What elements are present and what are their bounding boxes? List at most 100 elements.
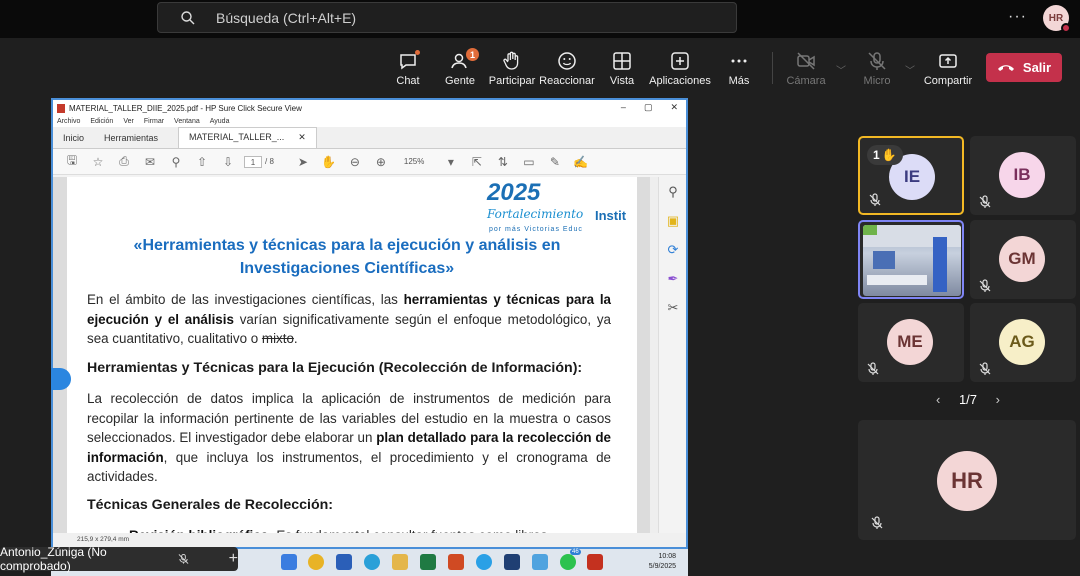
teams-app-icon[interactable] <box>504 554 520 570</box>
outlook-app-icon[interactable] <box>532 554 548 570</box>
raise-hand-button[interactable]: Participar <box>482 50 542 87</box>
print-icon[interactable]: ⎙ <box>111 154 137 169</box>
camera-label: Cámara <box>786 75 826 87</box>
pdf-title-bar: MATERIAL_TALLER_DIIE_2025.pdf - HP Sure … <box>53 100 686 116</box>
paragraph-intro: En el ámbito de las investigaciones cien… <box>87 292 611 346</box>
presenter-mic-off-icon <box>178 553 189 564</box>
participant-avatar-me: ME <box>887 319 933 365</box>
add-reaction-icon[interactable]: + <box>229 550 238 568</box>
close-icon[interactable]: ✕ <box>670 102 678 113</box>
menu-ventana[interactable]: Ventana <box>174 118 200 125</box>
menu-ver[interactable]: Ver <box>123 118 134 125</box>
tab-tools[interactable]: Herramientas <box>94 133 168 148</box>
raised-hand-count: 1 <box>873 148 880 162</box>
sign-icon[interactable]: ✍ <box>568 155 594 169</box>
pdf-document-area[interactable]: 2025 Fortalecimiento Instit por más Vict… <box>53 177 653 537</box>
logo-institution: Instit <box>595 208 627 223</box>
search-box[interactable]: Búsqueda (Ctrl+Alt+E) <box>157 2 737 33</box>
self-video-tile[interactable]: HR <box>858 420 1076 540</box>
excel-app-icon[interactable] <box>420 554 436 570</box>
minimize-icon[interactable]: – <box>621 102 626 113</box>
heading-execution: Herramientas y Técnicas para la Ejecució… <box>87 360 583 376</box>
zoom-dropdown-icon[interactable]: ▾ <box>438 155 464 169</box>
pdf-file-icon <box>57 103 65 113</box>
react-button[interactable]: Reaccionar <box>537 50 597 87</box>
zoom-level[interactable]: 125% <box>404 157 438 166</box>
powerpoint-app-icon[interactable] <box>448 554 464 570</box>
heading-general-techniques: Técnicas Generales de Recolección: <box>87 497 334 513</box>
zoom-out-icon[interactable]: ⊖ <box>342 155 368 169</box>
participant-tile-ag[interactable]: AG <box>970 303 1076 382</box>
leave-button[interactable]: Salir <box>986 53 1062 82</box>
mic-button[interactable]: Micro <box>847 50 907 87</box>
file-explorer-app-icon[interactable] <box>392 554 408 570</box>
next-page-chevron-icon[interactable]: › <box>996 392 1000 407</box>
menu-ayuda[interactable]: Ayuda <box>210 118 230 125</box>
toolbar-separator <box>772 52 773 84</box>
presenter-name: Antonio_Zúniga (No comprobado) <box>0 545 107 573</box>
fill-sign-tool-icon[interactable]: ✒ <box>659 264 687 293</box>
more-button[interactable]: Más <box>709 50 769 87</box>
comment-tool-icon[interactable]: ▣ <box>659 206 687 235</box>
user-avatar[interactable]: HR <box>1043 5 1071 33</box>
page-fit-icon[interactable]: ⇱ <box>464 155 490 169</box>
tab-document[interactable]: MATERIAL_TALLER_... ✕ <box>178 127 317 148</box>
chrome-app-icon[interactable] <box>308 554 324 570</box>
participant-tile-ib[interactable]: IB <box>970 136 1076 215</box>
camera-button[interactable]: Cámara <box>776 50 836 87</box>
mic-off-icon <box>979 195 991 208</box>
apps-button[interactable]: Aplicaciones <box>649 50 711 87</box>
scroll-mode-icon[interactable]: ⇅ <box>490 155 516 169</box>
comment-icon[interactable]: ▭ <box>516 155 542 169</box>
tab-home[interactable]: Inicio <box>53 133 94 148</box>
camera-off-icon <box>797 52 815 70</box>
whatsapp-app-icon[interactable]: 46 <box>560 549 581 570</box>
clock-time: 10:08 <box>658 553 676 560</box>
system-clock: 10:08 5/9/2025 <box>649 552 676 572</box>
tab-close-icon[interactable]: ✕ <box>298 132 306 143</box>
menu-edicion[interactable]: Edición <box>90 118 113 125</box>
collapse-panel-strip[interactable] <box>650 177 658 537</box>
page-number-input[interactable]: 1 <box>244 155 262 168</box>
save-icon[interactable]: 🖫 <box>59 153 85 169</box>
search-placeholder: Búsqueda (Ctrl+Alt+E) <box>216 9 357 26</box>
share-label: Compartir <box>923 75 973 87</box>
share-button[interactable]: Compartir <box>918 50 978 87</box>
prev-page-chevron-icon[interactable]: ‹ <box>936 392 940 407</box>
menu-firmar[interactable]: Firmar <box>144 118 164 125</box>
word-app-icon[interactable] <box>336 554 352 570</box>
participant-tile-ie[interactable]: IE 1 ✋ <box>858 136 964 215</box>
view-button[interactable]: Vista <box>592 50 652 87</box>
edge-app-icon[interactable] <box>364 554 380 570</box>
page-down-icon[interactable]: ⇩ <box>215 155 241 169</box>
more-tools-icon[interactable]: ✂ <box>659 293 687 322</box>
participant-tile-me[interactable]: ME <box>858 303 964 382</box>
export-tool-icon[interactable]: ⟳ <box>659 235 687 264</box>
acrobat-app-icon[interactable] <box>587 554 603 570</box>
zoom-in-icon[interactable]: ⊕ <box>368 155 394 169</box>
mic-off-icon <box>869 193 881 206</box>
browser-app-icon[interactable] <box>476 554 492 570</box>
people-button[interactable]: 1 Gente <box>430 48 490 87</box>
presenter-name-bar: Antonio_Zúniga (No comprobado) + <box>0 545 238 573</box>
participant-avatar-gm: GM <box>999 236 1045 282</box>
zoom-tool-icon[interactable]: ⚲ <box>659 177 687 206</box>
maximize-icon[interactable]: ▢ <box>644 102 653 113</box>
menu-archivo[interactable]: Archivo <box>57 118 80 125</box>
camera-options-chevron-icon[interactable]: ﹀ <box>836 62 846 77</box>
highlight-pen-icon[interactable]: ✎ <box>542 155 568 169</box>
shared-screen: MATERIAL_TALLER_DIIE_2025.pdf - HP Sure … <box>51 98 688 549</box>
page-up-icon[interactable]: ⇧ <box>189 155 215 169</box>
email-icon[interactable]: ✉ <box>137 155 163 169</box>
copilot-app-icon[interactable] <box>281 554 297 570</box>
logo-script: Fortalecimiento <box>487 207 584 221</box>
participant-tile-video[interactable] <box>858 220 964 299</box>
more-options-icon[interactable]: ··· <box>1008 8 1027 26</box>
chat-button[interactable]: Chat <box>378 50 438 87</box>
hand-tool-icon[interactable]: ✋ <box>316 155 342 169</box>
zoom-search-icon[interactable]: ⚲ <box>163 155 189 169</box>
participant-tile-gm[interactable]: GM <box>970 220 1076 299</box>
select-cursor-icon[interactable]: ➤ <box>290 155 316 169</box>
bookmark-star-icon[interactable]: ☆ <box>85 155 111 169</box>
mic-options-chevron-icon[interactable]: ﹀ <box>905 62 915 77</box>
